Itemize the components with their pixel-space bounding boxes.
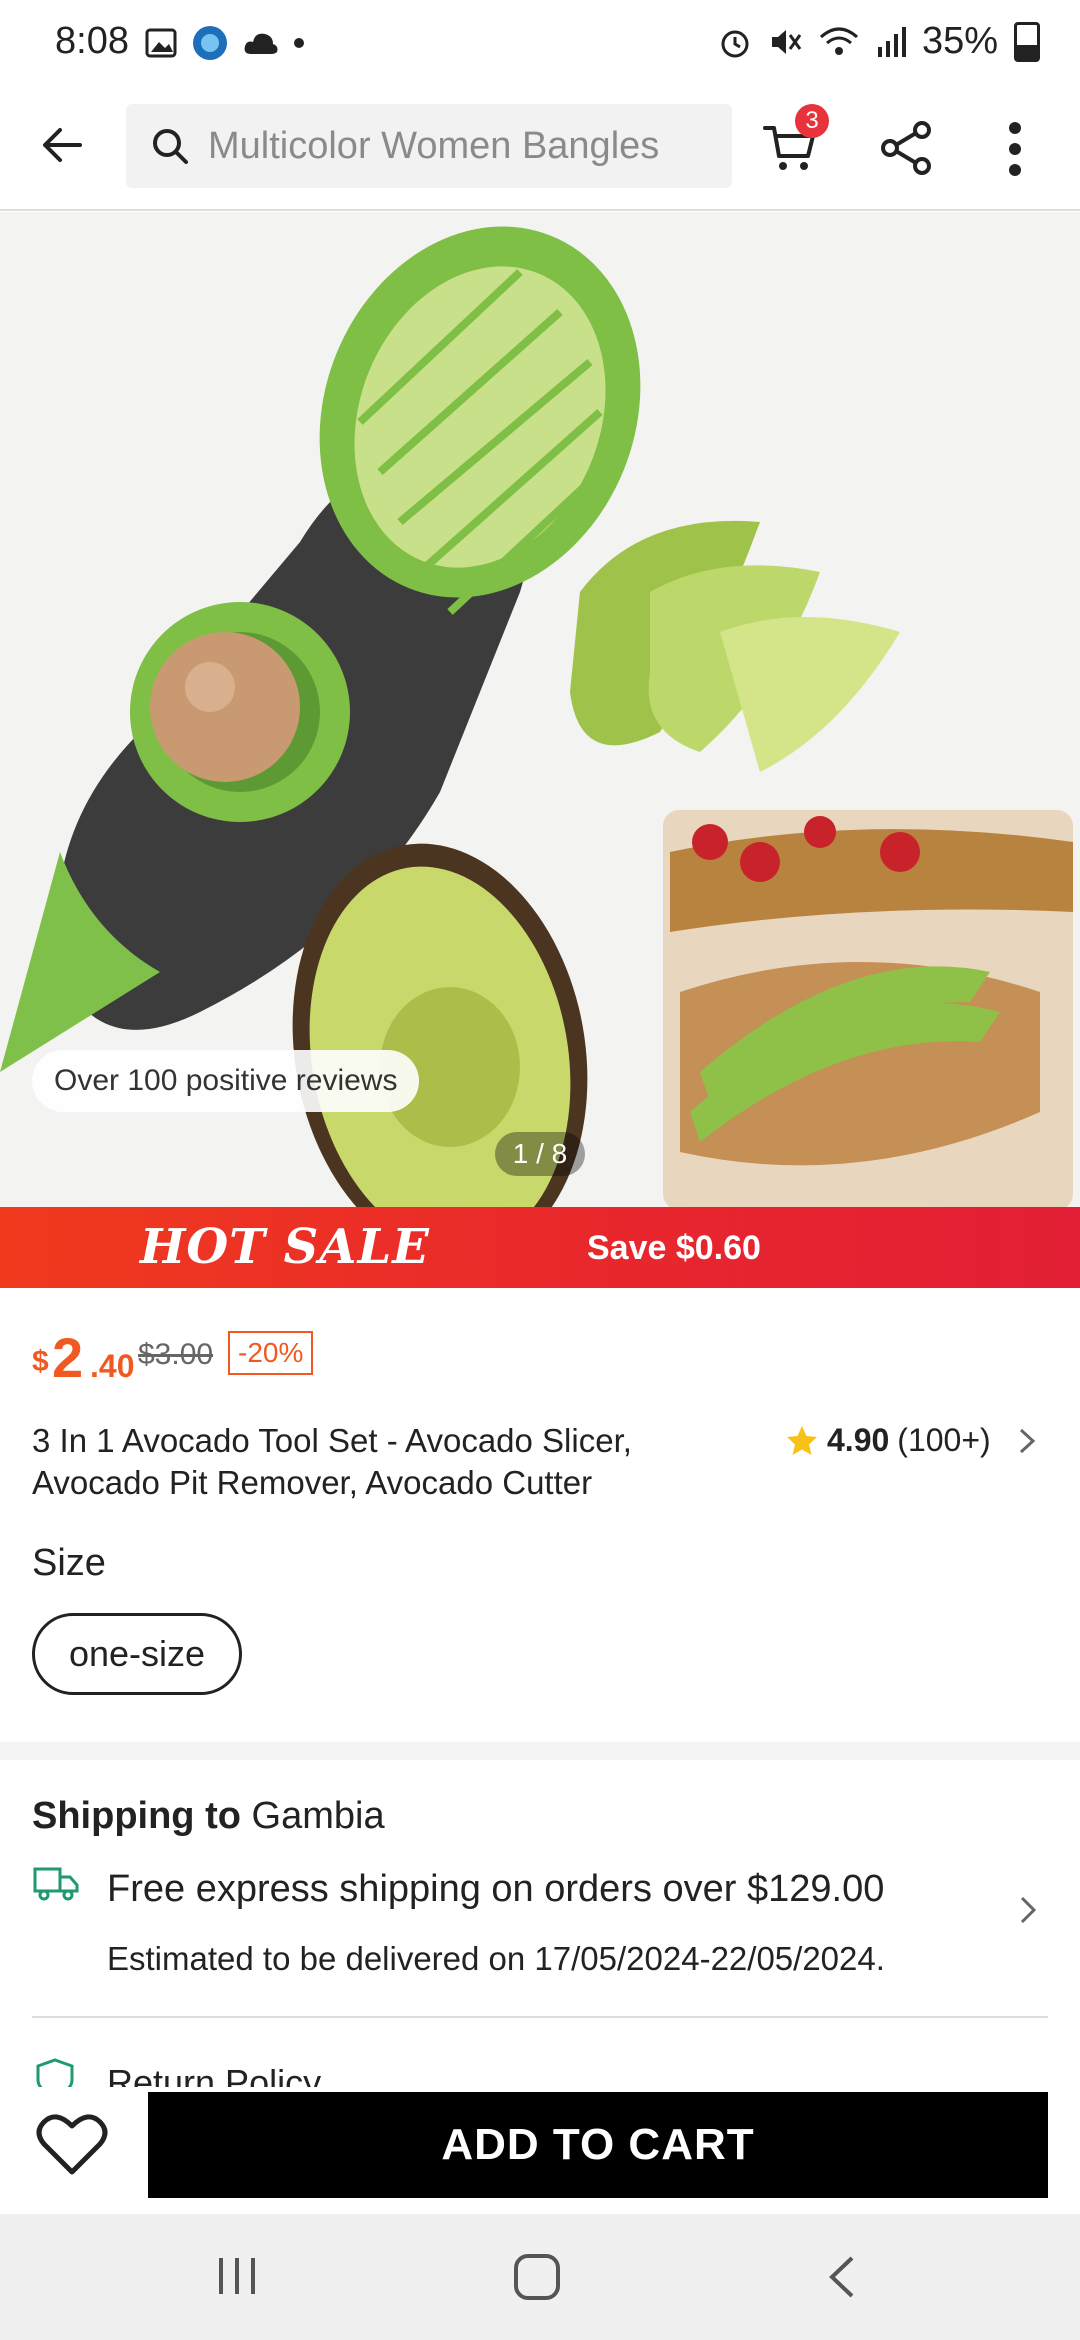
battery-icon — [1014, 21, 1040, 62]
chevron-right-icon[interactable] — [1016, 1892, 1040, 1928]
share-icon[interactable] — [878, 120, 934, 176]
price-decimal: .40 — [90, 1348, 135, 1384]
section-divider — [0, 1742, 1080, 1760]
product-title: 3 In 1 Avocado Tool Set - Avocado Slicer… — [32, 1422, 632, 1501]
system-back-icon[interactable] — [822, 2254, 862, 2300]
free-shipping-text[interactable]: Free express shipping on orders over $12… — [107, 1868, 884, 1911]
original-price: $3.00 — [138, 1338, 214, 1371]
price-currency: $ — [32, 1345, 49, 1378]
shipping-title: Shipping to Gambia — [32, 1795, 385, 1838]
search-icon — [153, 129, 188, 164]
wifi-icon — [819, 27, 858, 55]
gallery-icon — [145, 28, 177, 58]
hot-sale-title: HOT SALE — [140, 1219, 430, 1275]
shipping-country: Gambia — [251, 1795, 385, 1837]
dot-icon — [294, 38, 304, 48]
search-bar[interactable]: Multicolor Women Bangles — [126, 104, 732, 188]
image-counter: 1 / 8 — [495, 1132, 585, 1176]
cloud-icon — [244, 33, 278, 54]
status-time: 8:08 — [55, 20, 129, 62]
battery-percent: 35% — [921, 20, 998, 62]
reviews-badge: Over 100 positive reviews — [32, 1050, 420, 1112]
search-placeholder: Multicolor Women Bangles — [208, 124, 660, 167]
nav-divider — [0, 209, 1080, 211]
hot-sale-banner: HOT SALE Save $0.60 — [0, 1207, 1080, 1288]
signal-icon — [877, 26, 906, 57]
save-amount: Save $0.60 — [587, 1229, 761, 1267]
star-icon — [787, 1425, 817, 1455]
delivery-estimate: Estimated to be delivered on 17/05/2024-… — [107, 1940, 885, 1977]
shipping-divider — [32, 2016, 1048, 2018]
top-nav: Multicolor Women Bangles 3 — [0, 90, 1080, 210]
price-integer: 2 — [52, 1326, 84, 1389]
status-bar: 8:08 35% — [0, 0, 1080, 90]
rating-count: (100+) — [897, 1422, 991, 1458]
status-right: 35% — [718, 20, 1040, 63]
cart-badge: 3 — [795, 104, 829, 138]
shipping-title-prefix: Shipping to — [32, 1795, 241, 1837]
recent-apps-icon[interactable] — [215, 2254, 259, 2298]
mute-icon — [771, 29, 802, 54]
status-notification-icons — [145, 24, 305, 62]
more-icon[interactable] — [1000, 118, 1030, 180]
add-to-cart-button[interactable]: ADD TO CART — [148, 2092, 1048, 2198]
truck-icon — [33, 1867, 79, 1901]
heart-icon[interactable] — [36, 2112, 108, 2178]
rating-summary[interactable]: 4.90 (100+) — [785, 1422, 1041, 1459]
app-icon — [193, 26, 227, 60]
chevron-right-icon — [1019, 1428, 1035, 1453]
back-arrow-icon[interactable] — [40, 122, 86, 168]
discount-badge: -20% — [228, 1331, 314, 1375]
size-label: Size — [32, 1542, 106, 1584]
alarm-icon — [721, 30, 749, 57]
home-icon[interactable] — [512, 2252, 562, 2302]
system-nav-bar — [0, 2214, 1080, 2340]
rating-value: 4.90 — [827, 1422, 890, 1458]
size-option[interactable]: one-size — [32, 1613, 242, 1695]
